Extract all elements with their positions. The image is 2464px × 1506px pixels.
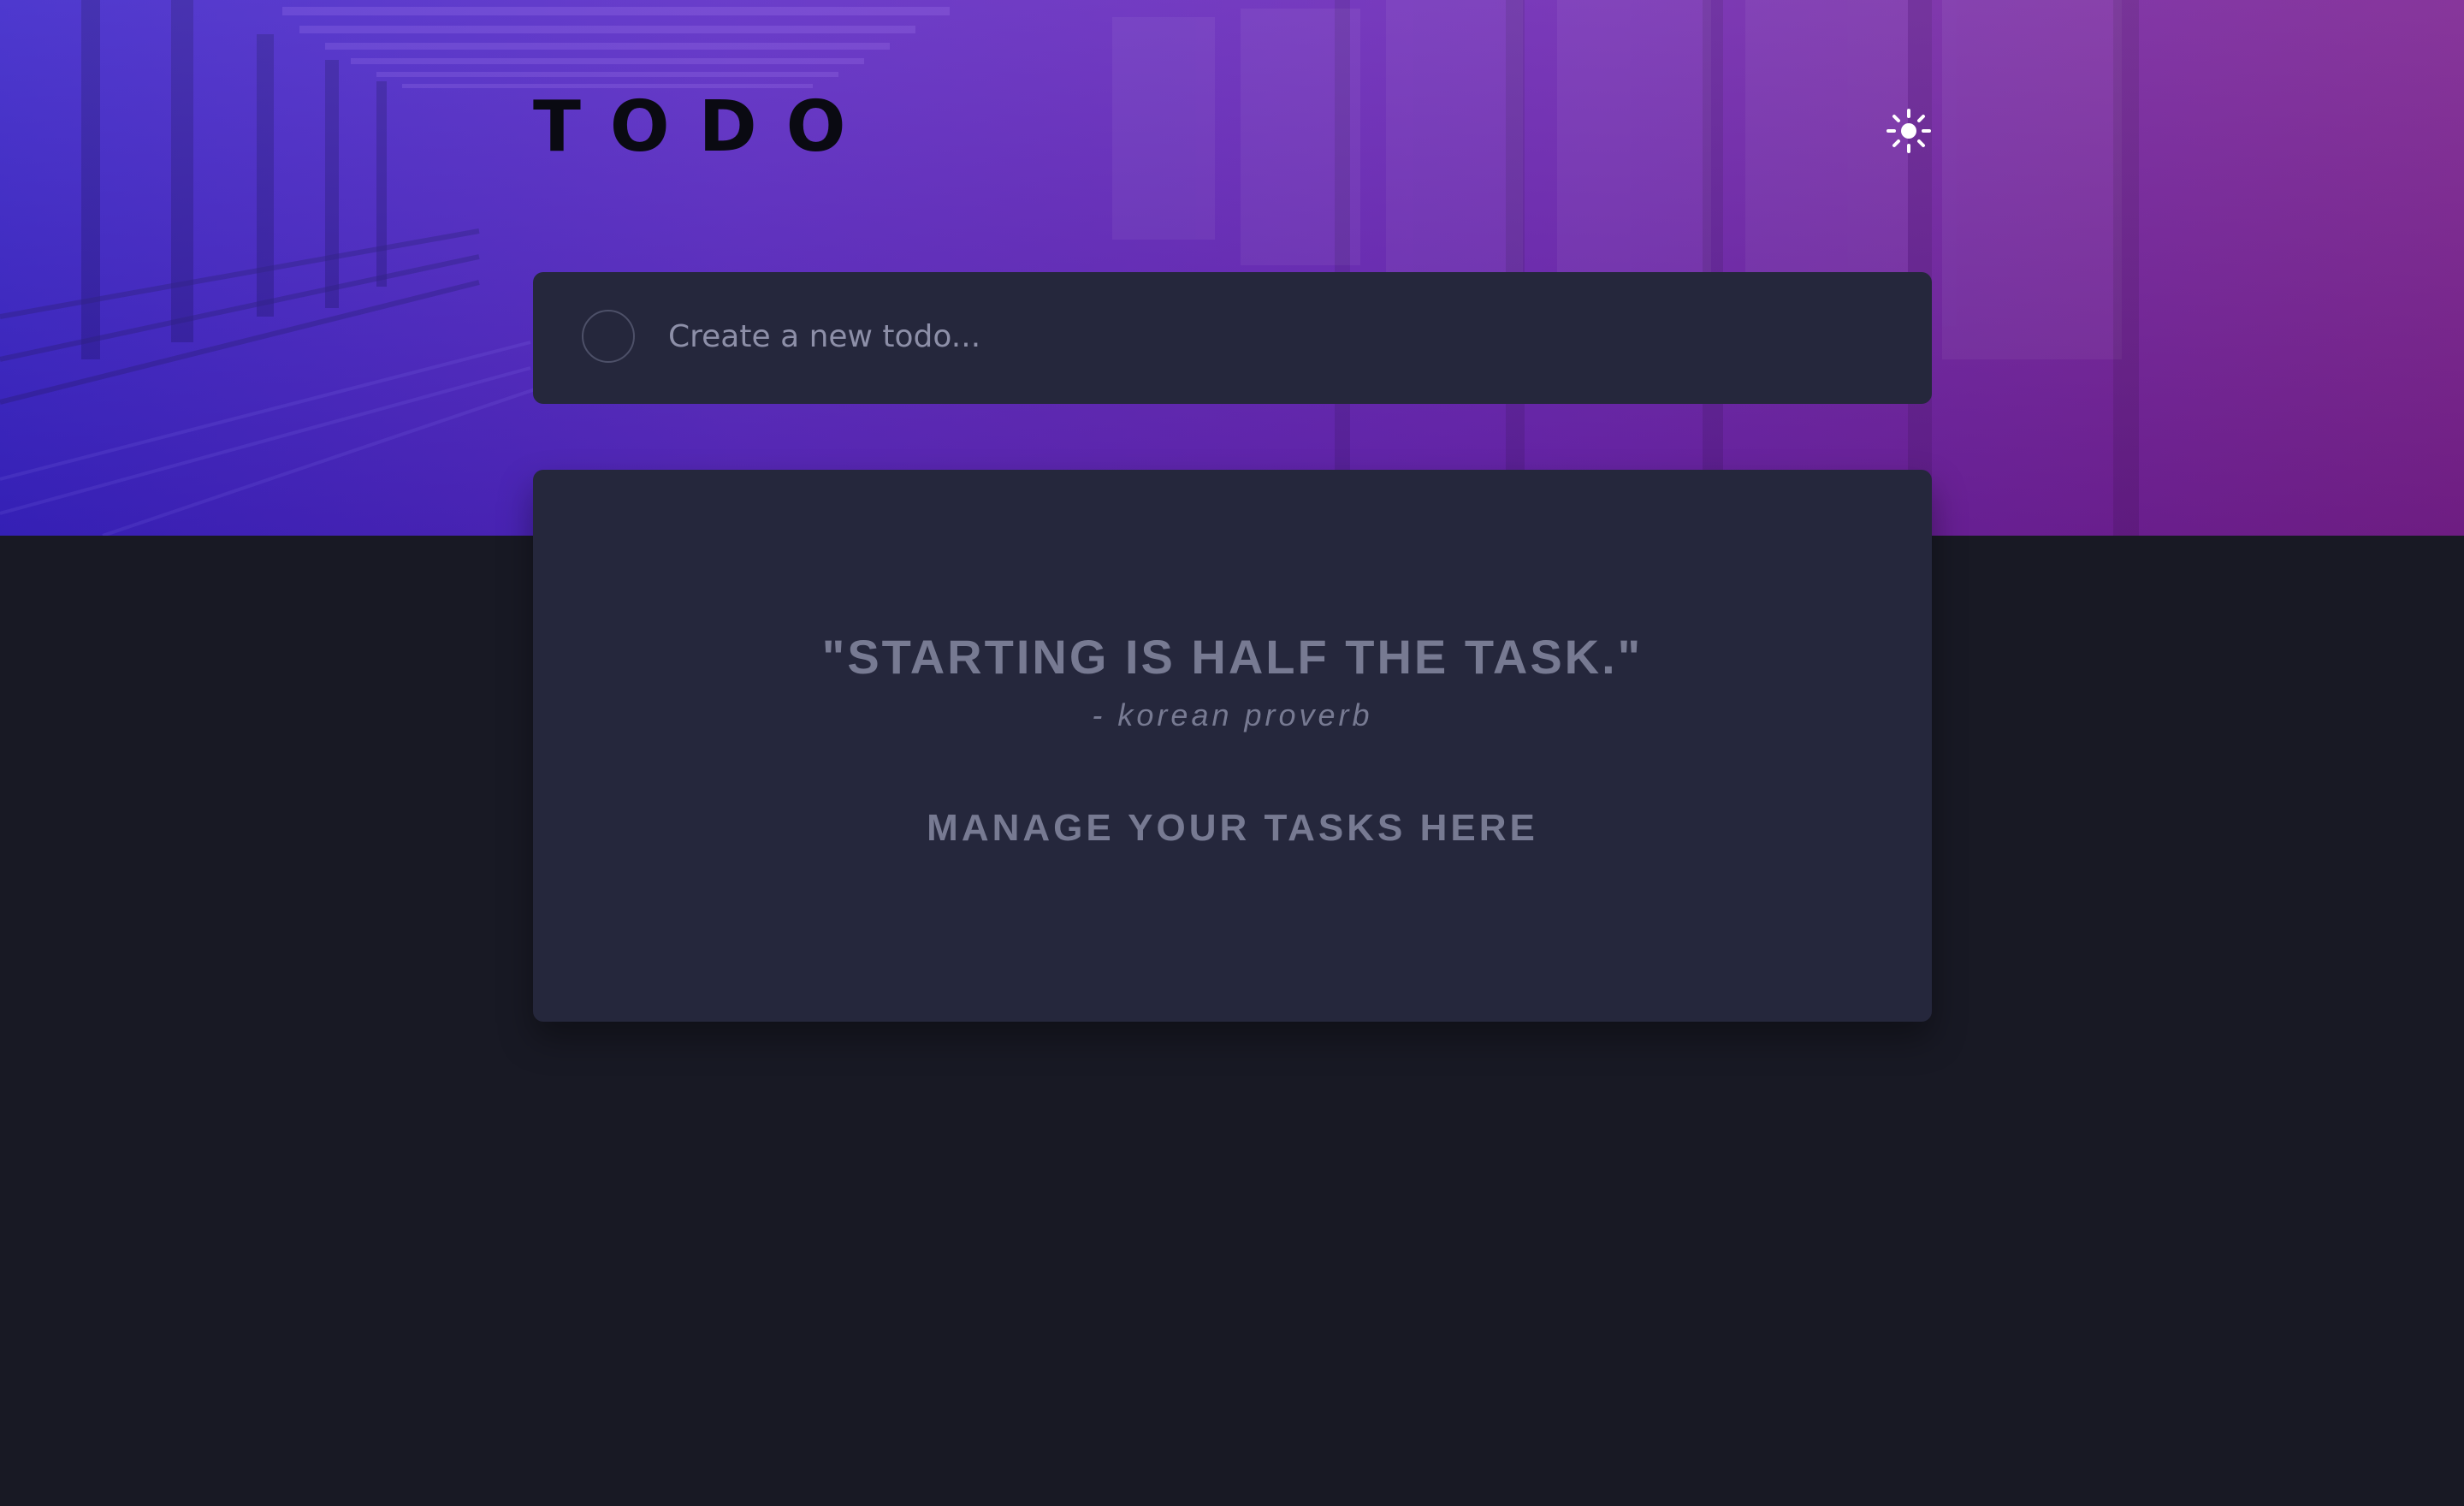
- todo-app: TODO "STARTING IS HALF THE TASK.": [0, 0, 2464, 1506]
- walkway-photo-texture: [0, 0, 2464, 536]
- app-header: TODO: [533, 89, 1932, 166]
- app-title: TODO: [533, 86, 875, 168]
- new-todo-check-circle[interactable]: [582, 310, 635, 363]
- todo-list-card: "STARTING IS HALF THE TASK." - korean pr…: [533, 470, 1932, 1022]
- sun-icon: [1886, 109, 1931, 153]
- empty-state-quote: "STARTING IS HALF THE TASK.": [821, 630, 1644, 684]
- theme-toggle-button[interactable]: [1886, 108, 1932, 154]
- new-todo-input[interactable]: [668, 306, 1883, 366]
- header-background-image: [0, 0, 2464, 536]
- empty-state-message: MANAGE YOUR TASKS HERE: [927, 807, 1538, 849]
- empty-state-quote-author: - korean proverb: [1092, 697, 1373, 732]
- new-todo-bar: [533, 272, 1932, 404]
